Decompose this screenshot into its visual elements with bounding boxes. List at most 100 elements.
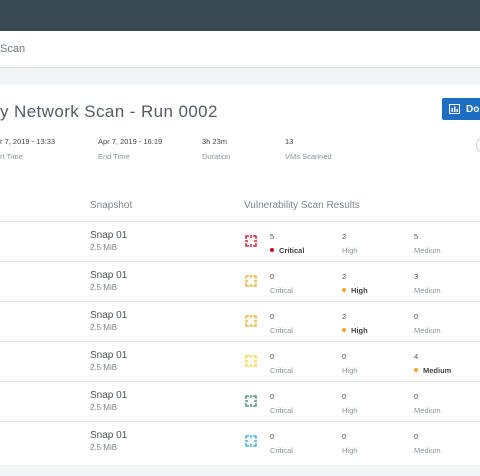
critical-indicator-dot — [270, 248, 274, 253]
high-count-cell: 0 High — [342, 352, 357, 375]
table-row[interactable]: Snap 01 2.5 MiB 0 Critical 0 High 0 Medium — [0, 421, 480, 461]
snapshot-size: 2.5 MiB — [90, 323, 118, 332]
start-time-stat: r 7, 2019 - 13:33 rt Time — [0, 137, 55, 161]
high-label: High — [342, 286, 368, 295]
medium-count: 5 — [414, 232, 419, 241]
critical-count-cell: 0 Critical — [270, 432, 293, 455]
snapshot-size: 2.5 MiB — [90, 443, 118, 452]
high-count-cell: 2 High — [342, 312, 368, 335]
download-button-label: Do — [466, 103, 480, 115]
snapshot-name[interactable]: Snap 01 — [90, 390, 127, 401]
critical-count-cell: 0 Critical — [270, 312, 293, 335]
high-label-text: High — [342, 246, 358, 255]
high-count-cell: 2 High — [342, 232, 357, 255]
critical-label: Critical — [270, 326, 293, 335]
page-title: y Network Scan - Run 0002 — [0, 102, 218, 121]
critical-label-text: Critical — [270, 446, 293, 455]
high-count: 0 — [342, 392, 347, 401]
medium-count-cell: 0 Medium — [414, 312, 441, 335]
medium-count-cell: 0 Medium — [414, 392, 441, 415]
table-row[interactable]: Snap 01 2.5 MiB 0 Critical 0 High 0 Medium — [0, 381, 480, 421]
critical-label: Critical — [270, 286, 293, 295]
medium-label: Medium — [414, 446, 441, 455]
critical-count-cell: 0 Critical — [270, 352, 293, 375]
snapshot-size: 2.5 MiB — [90, 403, 118, 412]
medium-count: 4 — [414, 352, 419, 361]
column-header-results[interactable]: Vulnerability Scan Results — [244, 200, 360, 211]
column-header-snapshot[interactable]: Snapshot — [90, 200, 132, 211]
snapshot-size: 2.5 MiB — [90, 243, 118, 252]
medium-count-cell: 5 Medium — [414, 232, 441, 255]
medium-label: Medium — [414, 326, 441, 335]
snapshot-name[interactable]: Snap 01 — [90, 270, 127, 281]
severity-high-icon — [245, 315, 257, 327]
critical-label-text: Critical — [279, 246, 305, 255]
breadcrumb-bar: Scan — [0, 31, 480, 68]
high-count-cell: 0 High — [342, 432, 357, 455]
vms-scanned-value: 13 — [285, 137, 294, 146]
table-row[interactable]: Snap 01 2.5 MiB 0 Critical 2 High 0 Medium — [0, 301, 480, 341]
critical-count: 0 — [270, 312, 275, 321]
high-label-text: High — [351, 286, 368, 295]
critical-count: 0 — [270, 272, 275, 281]
medium-count-cell: 0 Medium — [414, 432, 441, 455]
table-row[interactable]: Snap 01 2.5 MiB 0 Critical 2 High 3 Medium — [0, 261, 480, 301]
download-button[interactable]: Do — [442, 98, 480, 120]
snapshot-name[interactable]: Snap 01 — [90, 350, 127, 361]
critical-count: 0 — [270, 432, 275, 441]
medium-label-text: Medium — [414, 326, 441, 335]
medium-count: 0 — [414, 392, 419, 401]
table-row[interactable]: Snap 01 2.5 MiB 0 Critical 0 High 4 Medium — [0, 341, 480, 381]
critical-count: 0 — [270, 392, 275, 401]
medium-label-text: Medium — [414, 446, 441, 455]
snapshot-size: 2.5 MiB — [90, 363, 118, 372]
critical-count-cell: 0 Critical — [270, 392, 293, 415]
medium-count-cell: 4 Medium — [414, 352, 451, 375]
high-count: 0 — [342, 432, 347, 441]
vms-scanned-stat: 13 VMs Scanned — [285, 137, 332, 161]
critical-label-text: Critical — [270, 286, 293, 295]
high-label: High — [342, 246, 357, 255]
critical-count-cell: 5 Critical — [270, 232, 304, 255]
snapshot-name[interactable]: Snap 01 — [90, 430, 127, 441]
table-row[interactable]: Snap 01 2.5 MiB 5 Critical 2 High 5 Medium — [0, 221, 480, 261]
medium-label: Medium — [414, 246, 441, 255]
scan-run-panel: y Network Scan - Run 0002 Do r 7, 2019 -… — [0, 85, 480, 465]
medium-label: Medium — [414, 406, 441, 415]
high-indicator-dot — [342, 328, 346, 333]
medium-count: 0 — [414, 312, 419, 321]
bar-chart-icon — [449, 104, 460, 114]
high-label-text: High — [342, 366, 358, 375]
vms-scanned-label: VMs Scanned — [285, 152, 332, 161]
high-count: 0 — [342, 352, 347, 361]
high-count: 2 — [342, 272, 347, 281]
critical-label-text: Critical — [270, 406, 293, 415]
snapshot-name[interactable]: Snap 01 — [90, 310, 127, 321]
start-time-label: rt Time — [0, 152, 23, 161]
end-time-stat: Apr 7, 2019 - 16:19 End Time — [98, 137, 162, 161]
medium-label-text: Medium — [414, 406, 441, 415]
breadcrumb[interactable]: Scan — [0, 43, 25, 55]
high-label: High — [342, 326, 368, 335]
high-count: 2 — [342, 232, 347, 241]
duration-stat: 3h 23m Duration — [202, 137, 230, 161]
high-count-cell: 0 High — [342, 392, 357, 415]
options-circle-button[interactable] — [476, 137, 480, 153]
critical-label-text: Critical — [270, 326, 293, 335]
critical-label: Critical — [270, 406, 293, 415]
medium-count: 3 — [414, 272, 419, 281]
high-label-text: High — [342, 406, 358, 415]
critical-label: Critical — [270, 446, 293, 455]
high-label-text: High — [342, 446, 358, 455]
critical-count-cell: 0 Critical — [270, 272, 293, 295]
high-label-text: High — [351, 326, 368, 335]
medium-label-text: Medium — [414, 286, 441, 295]
snapshot-name[interactable]: Snap 01 — [90, 230, 127, 241]
end-time-label: End Time — [98, 152, 130, 161]
high-label: High — [342, 366, 357, 375]
high-count-cell: 2 High — [342, 272, 368, 295]
medium-count: 0 — [414, 432, 419, 441]
critical-count: 0 — [270, 352, 275, 361]
medium-indicator-dot — [414, 368, 418, 373]
critical-label: Critical — [270, 246, 304, 255]
